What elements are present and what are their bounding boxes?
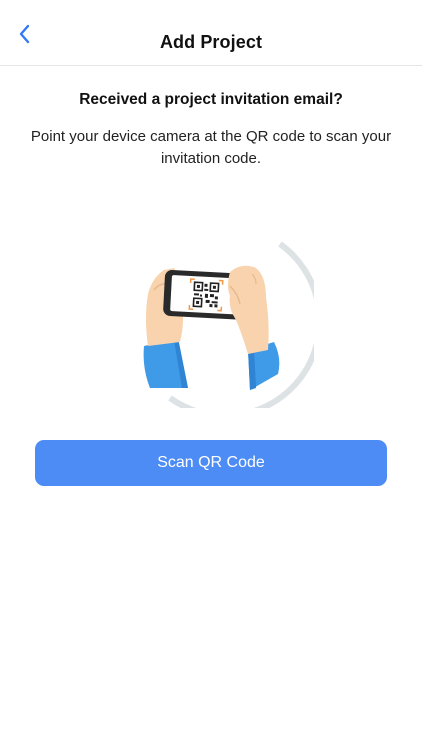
invitation-description: Point your device camera at the QR code …	[30, 128, 392, 167]
phone-scanning-qr-illustration	[130, 238, 323, 419]
navigation-bar: Add Project	[0, 0, 422, 66]
scan-qr-code-button[interactable]: Scan QR Code	[35, 440, 387, 486]
page-title: Add Project	[159, 32, 263, 52]
invitation-heading: Received a project invitation email?	[79, 91, 343, 108]
